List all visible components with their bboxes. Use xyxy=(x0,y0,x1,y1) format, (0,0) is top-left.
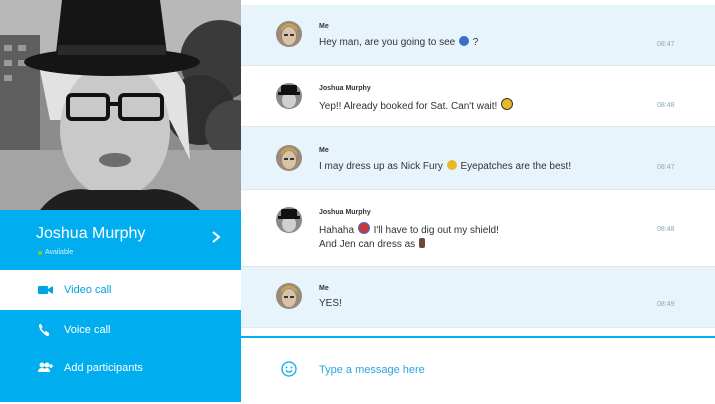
message-text: I may dress up as Nick Fury Eyepatches a… xyxy=(319,160,572,172)
voice-call-button[interactable]: Voice call xyxy=(0,310,241,350)
message-item[interactable]: Joshua Murphy Yep!! Already booked for S… xyxy=(241,66,715,127)
message-text-line2: And Jen can dress as xyxy=(319,238,426,250)
message-time: 08:49 xyxy=(657,301,675,308)
presence-label: Available xyxy=(45,249,74,256)
add-participants-icon xyxy=(38,362,53,372)
character-emoji-icon xyxy=(418,238,425,248)
contact-profile[interactable]: Joshua Murphy Available xyxy=(0,210,241,270)
voice-call-label: Voice call xyxy=(64,324,111,336)
message-text: YES! xyxy=(319,298,342,309)
message-input[interactable] xyxy=(317,358,681,382)
message-item[interactable]: Me I may dress up as Nick Fury Eyepatche… xyxy=(241,127,715,190)
message-item[interactable]: Joshua Murphy Hahaha I'll have to dig ou… xyxy=(241,190,715,267)
contact-avatar xyxy=(276,83,302,109)
message-time: 08:47 xyxy=(657,41,675,48)
conversation-panel: Me Hey man, are you going to see ? 08:47… xyxy=(241,0,715,404)
wink-emoji-icon xyxy=(446,160,457,170)
add-participants-button[interactable]: Add participants xyxy=(0,348,241,388)
message-text: Hey man, are you going to see ? xyxy=(319,36,479,48)
video-call-button[interactable]: Video call xyxy=(0,270,241,310)
chevron-right-icon[interactable] xyxy=(210,230,222,244)
message-sender: Me xyxy=(319,285,329,292)
shield-emoji-icon xyxy=(357,222,370,234)
message-sender: Me xyxy=(319,147,329,154)
my-avatar xyxy=(276,21,302,47)
contact-panel: Joshua Murphy Available Video call Voice… xyxy=(0,0,241,402)
movie-emoji-icon xyxy=(458,36,469,46)
video-call-label: Video call xyxy=(64,284,112,296)
contact-avatar xyxy=(276,207,302,233)
grin-emoji-icon xyxy=(501,98,514,110)
presence-status: Available xyxy=(38,249,73,256)
presence-dot-icon xyxy=(38,250,42,255)
message-composer xyxy=(241,336,715,404)
message-item[interactable]: Me Hey man, are you going to see ? 08:47 xyxy=(241,5,715,66)
add-participants-label: Add participants xyxy=(64,362,143,374)
message-item[interactable]: Me YES! 08:49 xyxy=(241,267,715,328)
contact-photo xyxy=(0,0,241,210)
message-time: 08:48 xyxy=(657,102,675,109)
message-sender: Joshua Murphy xyxy=(319,85,371,92)
contact-name: Joshua Murphy xyxy=(36,225,146,242)
smiley-icon[interactable] xyxy=(281,361,297,377)
message-sender: Joshua Murphy xyxy=(319,209,371,216)
my-avatar xyxy=(276,283,302,309)
video-camera-icon xyxy=(38,286,53,294)
phone-icon xyxy=(39,324,49,336)
message-text: Hahaha I'll have to dig out my shield! xyxy=(319,222,499,236)
my-avatar xyxy=(276,145,302,171)
message-text: Yep!! Already booked for Sat. Can't wait… xyxy=(319,98,514,112)
message-time: 08:48 xyxy=(657,226,675,233)
message-time: 08:47 xyxy=(657,164,675,171)
message-sender: Me xyxy=(319,23,329,30)
